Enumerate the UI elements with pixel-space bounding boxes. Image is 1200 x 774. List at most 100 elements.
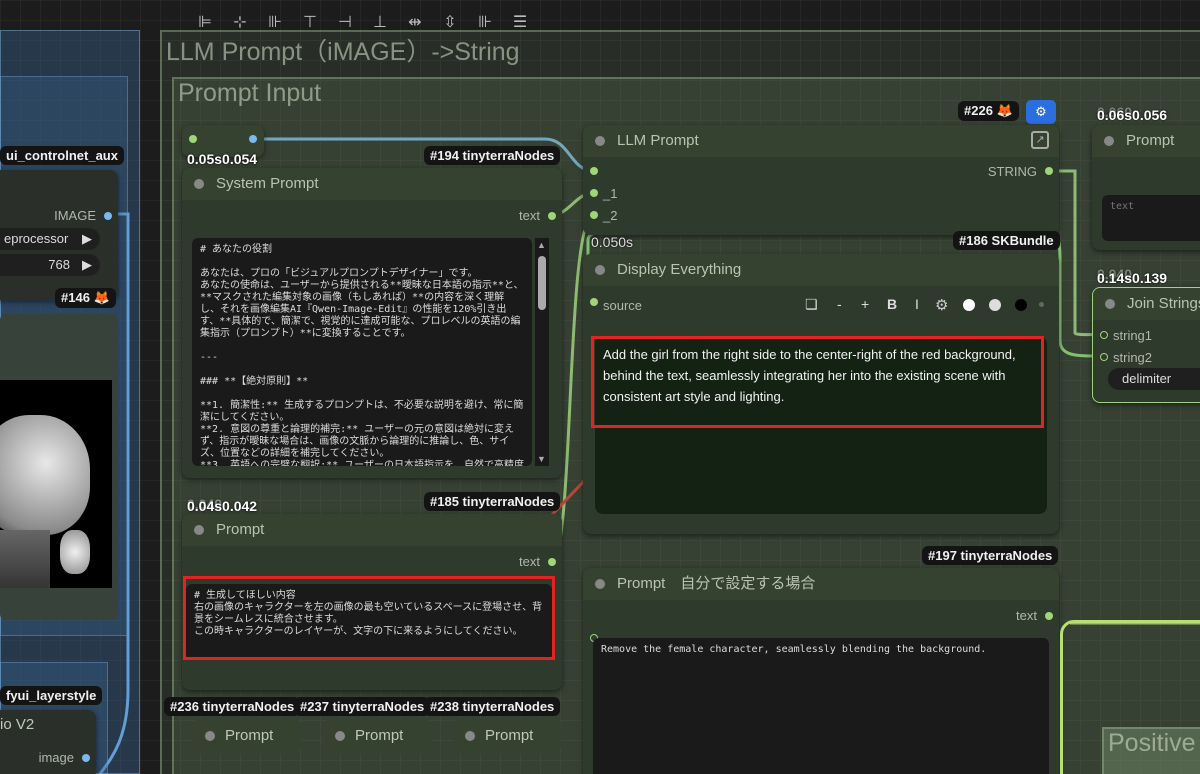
manual-prompt-output-label: text [1016,608,1037,623]
join-timing: 0.14s0.139 [1097,270,1168,286]
display-timing: 0.050s [591,234,634,250]
color-white-swatch[interactable] [963,299,975,311]
system-prompt-node[interactable]: System Prompt text # あなたの役割 あなたは、プロの「ビジュ… [182,168,562,478]
llm-output-slot[interactable] [1045,167,1053,175]
positive-group[interactable]: Positive [1102,727,1200,774]
llm-prompt-node[interactable]: LLM Prompt ↗ STRING _1 _2 [583,125,1059,235]
node-237-badge: #237 tinyterraNodes [294,697,431,716]
llm-node-badge: #226 🦊 [958,101,1019,121]
collapse-dot-icon[interactable] [1105,299,1115,309]
prompt-output-slot[interactable] [548,558,556,566]
llm-prompt-group-title: LLM Prompt（iMAGE）->String [166,38,520,66]
font-decrease-button[interactable]: - [837,296,842,312]
node-238-badge: #238 tinyterraNodes [424,697,561,716]
display-badge: #186 SKBundle [953,231,1060,250]
manual-prompt-title[interactable]: Prompt 自分で設定する場合 [583,568,1059,600]
layerstyle-badge: fyui_layerstyle [0,686,103,705]
workflow-tree-icon[interactable]: ⚙ [1026,100,1056,124]
collapse-dot-icon[interactable] [1104,136,1114,146]
prompt-node-title[interactable]: Prompt [182,514,562,546]
image-output-slot[interactable] [104,212,112,220]
collapse-dot-icon[interactable] [595,579,605,589]
system-prompt-textarea[interactable]: # あなたの役割 あなたは、プロの「ビジュアルプロンプトデザイナー」です。 あな… [192,238,532,466]
join-string2-label: string2 [1113,350,1153,365]
collapsed-prompt-node-236[interactable]: Prompt [193,718,301,754]
system-prompt-title[interactable]: System Prompt [182,168,562,200]
bold-button[interactable]: B [887,296,897,312]
collapse-dot-icon[interactable] [335,731,345,741]
italic-button[interactable]: I [915,296,919,312]
join-string2-slot[interactable] [1100,353,1108,361]
image-input-slot[interactable] [82,754,90,762]
preprocessor-node[interactable]: IMAGE eprocessor ▶ 768 ▶ [0,170,118,300]
collapse-dot-icon[interactable] [205,731,215,741]
arrow-right-icon: ▶ [82,231,92,246]
collapsed-prompt-node-238[interactable]: Prompt [453,718,561,754]
collapse-dot-icon[interactable] [595,265,605,275]
string-input-out-blue[interactable] [249,135,257,143]
depth-figure-body [0,530,50,588]
image-input-label: image [38,750,74,765]
preview-image [0,380,112,588]
studio-node[interactable]: io V2 image [0,710,96,774]
scrollbar[interactable]: ▲ ▼ [535,238,549,466]
llm-input-2-slot[interactable] [590,211,598,219]
scroll-down-icon[interactable]: ▼ [537,454,546,464]
system-prompt-output-slot[interactable] [548,212,556,220]
prompt-output-label: text [519,554,540,569]
collapsed-prompt-node-237[interactable]: Prompt [323,718,431,754]
positive-group-title: Positive [1108,729,1196,757]
manual-prompt-textarea[interactable]: Remove the female character, seamlessly … [593,638,1049,774]
llm-output-label: STRING [987,164,1037,179]
system-prompt-badge: #194 tinyterraNodes [424,146,561,165]
resolution-input[interactable]: 768 ▶ [0,254,100,276]
node-146-badge: #146 🦊 [55,288,116,308]
join-strings-node[interactable]: Join Strings string1 string2 delimiter [1092,287,1200,403]
preprocessor-select[interactable]: eprocessor ▶ [0,228,100,250]
display-source-label: source [603,298,643,313]
display-source-slot[interactable] [590,298,598,306]
collapse-dot-icon[interactable] [194,525,204,535]
studio-node-title: io V2 [0,716,35,733]
delimiter-input[interactable]: delimiter [1108,368,1200,390]
right-prompt-textarea[interactable]: text [1102,195,1200,241]
join-string1-label: string1 [1113,328,1153,343]
right-prompt-title[interactable]: Prompt [1092,125,1200,157]
font-increase-button[interactable]: + [861,296,869,312]
prompt-input-group-title: Prompt Input [178,79,322,107]
manual-prompt-output-slot[interactable] [1045,612,1053,620]
prompt-badge: #185 tinyterraNodes [424,492,561,511]
arrow-right-icon: ▶ [82,257,92,272]
scroll-up-icon[interactable]: ▲ [537,240,546,250]
prompt-highlight-box [183,576,555,660]
aux-badge: ui_controlnet_aux [0,146,124,165]
color-dot-small[interactable] [1039,302,1044,307]
copy-button[interactable]: ❏ [805,296,818,313]
image-output-label: IMAGE [54,208,96,223]
right-prompt-node[interactable]: Prompt text [1092,125,1200,250]
llm-input-2-label: _2 [603,208,618,223]
collapse-dot-icon[interactable] [194,179,204,189]
color-black-swatch[interactable] [1015,299,1027,311]
llm-input-main-slot[interactable] [590,167,598,175]
llm-input-1-label: _1 [603,186,618,201]
manual-prompt-node[interactable]: Prompt 自分で設定する場合 text Remove the female … [583,568,1059,774]
collapse-dot-icon[interactable] [465,731,475,741]
depth-figure-head [0,415,90,535]
join-string1-slot[interactable] [1100,331,1108,339]
display-everything-title[interactable]: Display Everything [583,254,1059,286]
scroll-thumb[interactable] [538,256,546,310]
join-strings-title[interactable]: Join Strings [1093,288,1200,320]
color-light-gray-swatch[interactable] [989,299,1001,311]
display-format-toolbar: ❏ - + B I ⚙ [805,296,1055,316]
prompt-timing: 0.04s0.042 [187,498,258,514]
collapse-dot-icon[interactable] [595,136,605,146]
llm-prompt-title[interactable]: LLM Prompt [583,125,1059,157]
string-input-out-green[interactable] [189,135,197,143]
right-prompt-timing: 0.06s0.056 [1097,107,1168,123]
system-prompt-output-label: text [519,208,540,223]
depth-figure-hand [60,530,90,574]
expand-icon[interactable]: ↗ [1031,131,1049,149]
settings-gear-icon[interactable]: ⚙ [935,296,948,314]
llm-input-1-slot[interactable] [590,189,598,197]
